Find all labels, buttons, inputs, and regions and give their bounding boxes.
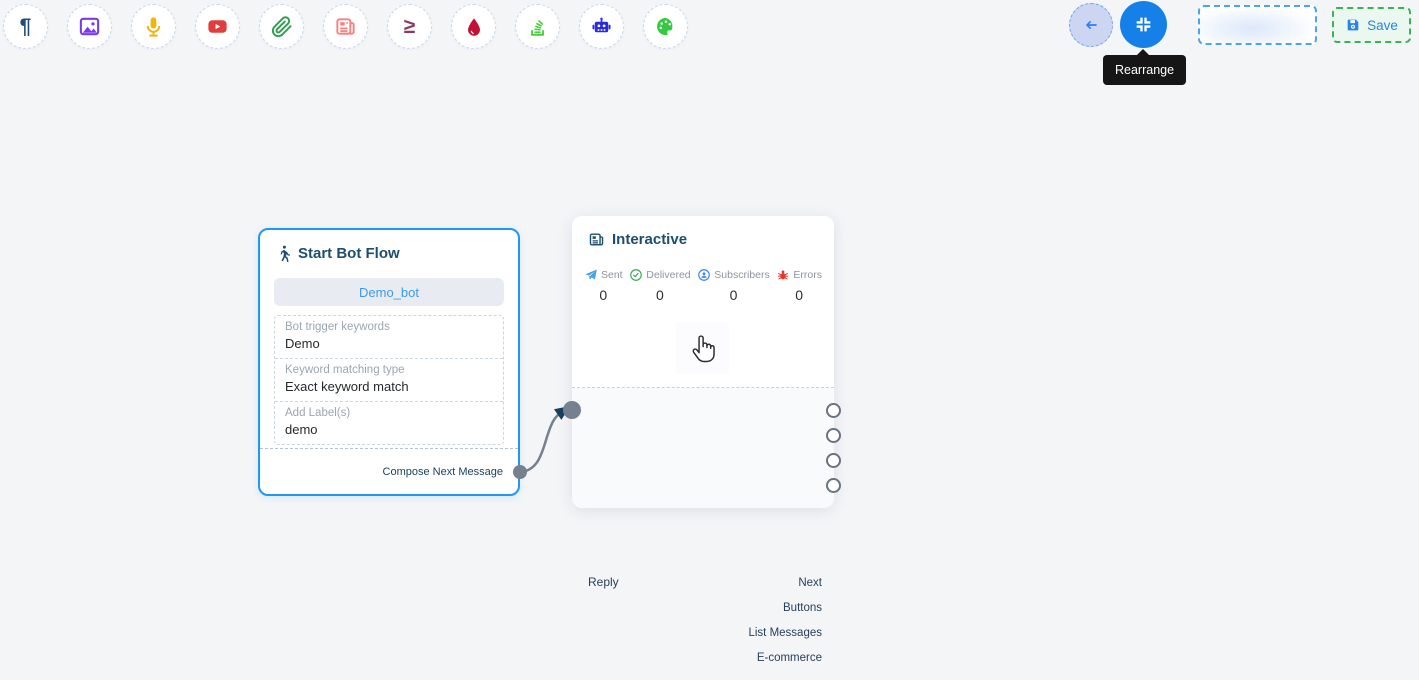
- bot-name-label: Demo_bot: [359, 285, 419, 300]
- redacted-content: [1200, 7, 1315, 43]
- stat-label: Sent: [601, 269, 623, 281]
- start-node-fields: Bot trigger keywords Demo Keyword matchi…: [274, 315, 504, 445]
- toolbar-item-bot[interactable]: [579, 4, 624, 49]
- stat-sent: Sent 0: [584, 268, 623, 303]
- toolbar-item-condition[interactable]: ≥: [387, 4, 432, 49]
- stat-label: Delivered: [646, 269, 690, 281]
- toolbar-item-stack[interactable]: [515, 4, 560, 49]
- field-value: Demo: [285, 336, 493, 351]
- pilcrow-icon: ¶: [20, 16, 32, 37]
- toolbar-item-droplet[interactable]: [451, 4, 496, 49]
- field-trigger-keywords[interactable]: Bot trigger keywords Demo: [275, 316, 503, 358]
- newspaper-icon: [334, 15, 357, 38]
- handle-output-next[interactable]: [826, 403, 841, 418]
- arrow-left-icon: [1081, 15, 1101, 35]
- interactive-io-section: Reply Next Buttons List Messages E-comme…: [572, 388, 834, 508]
- output-label-list-messages: List Messages: [748, 627, 822, 639]
- interactive-node-title: Interactive: [612, 231, 687, 248]
- compress-arrows-icon: [1133, 14, 1154, 35]
- component-toolbar: ¶: [3, 4, 688, 49]
- field-labels[interactable]: Add Label(s) demo: [275, 401, 503, 444]
- greater-equal-icon: ≥: [404, 16, 416, 37]
- palette-icon: [654, 15, 677, 38]
- field-label: Bot trigger keywords: [285, 321, 493, 333]
- compose-next-message-label: Compose Next Message: [383, 466, 503, 478]
- stat-value: 0: [656, 287, 664, 303]
- toolbar-item-template[interactable]: [643, 4, 688, 49]
- field-label: Keyword matching type: [285, 364, 493, 376]
- handle-reply-input[interactable]: [563, 401, 581, 419]
- toolbar-item-audio[interactable]: [131, 4, 176, 49]
- interactive-stats: Sent 0 Delivered 0: [572, 256, 834, 303]
- stack-icon: [527, 16, 549, 38]
- interactive-node-header: Interactive: [572, 216, 834, 256]
- hand-pointer-icon: [685, 330, 721, 366]
- field-matching-type[interactable]: Keyword matching type Exact keyword matc…: [275, 358, 503, 401]
- stat-value: 0: [730, 287, 738, 303]
- newspaper-icon: [588, 231, 605, 248]
- rearrange-button[interactable]: [1120, 1, 1167, 48]
- handle-compose-next-message[interactable]: [513, 465, 527, 479]
- redacted-input[interactable]: [1198, 5, 1317, 45]
- reply-input-label: Reply: [588, 575, 619, 589]
- handle-output-ecommerce[interactable]: [826, 478, 841, 493]
- image-icon: [78, 15, 101, 38]
- start-node-title: Start Bot Flow: [298, 245, 400, 262]
- field-label: Add Label(s): [285, 407, 493, 419]
- save-button-label: Save: [1367, 18, 1398, 33]
- toolbar-item-interactive[interactable]: [323, 4, 368, 49]
- stat-delivered: Delivered 0: [629, 268, 690, 303]
- robot-icon: [590, 15, 613, 38]
- save-icon: [1345, 17, 1361, 33]
- stat-label: Subscribers: [714, 269, 769, 281]
- toolbar-item-text[interactable]: ¶: [3, 4, 48, 49]
- rearrange-tooltip: Rearrange: [1103, 55, 1186, 85]
- toolbar-item-video[interactable]: [195, 4, 240, 49]
- stat-value: 0: [795, 287, 803, 303]
- check-circle-icon: [629, 268, 643, 282]
- paper-plane-icon: [584, 268, 598, 282]
- video-icon: [206, 15, 229, 38]
- stat-errors: Errors 0: [776, 268, 822, 303]
- user-circle-icon: [697, 268, 711, 282]
- handle-output-list-messages[interactable]: [826, 453, 841, 468]
- microphone-icon: [142, 15, 165, 38]
- rearrange-tooltip-label: Rearrange: [1115, 63, 1174, 77]
- stat-value: 0: [599, 287, 607, 303]
- back-button[interactable]: [1069, 3, 1113, 47]
- toolbar-item-image[interactable]: [67, 4, 112, 49]
- save-button[interactable]: Save: [1332, 7, 1411, 43]
- start-node-header: Start Bot Flow: [260, 230, 518, 270]
- output-label-next: Next: [798, 577, 822, 589]
- paperclip-icon: [271, 16, 293, 38]
- bug-icon: [776, 268, 790, 282]
- cursor-highlight: [676, 322, 729, 374]
- output-label-buttons: Buttons: [783, 602, 822, 614]
- toolbar-item-file[interactable]: [259, 4, 304, 49]
- handle-output-buttons[interactable]: [826, 428, 841, 443]
- start-node-footer: Compose Next Message: [260, 448, 518, 494]
- node-start-bot-flow[interactable]: Start Bot Flow Demo_bot Bot trigger keyw…: [258, 228, 520, 496]
- field-value: Exact keyword match: [285, 379, 493, 394]
- bot-name-pill[interactable]: Demo_bot: [274, 278, 504, 306]
- droplet-icon: [463, 16, 485, 38]
- walking-person-icon: [276, 245, 291, 262]
- field-value: demo: [285, 422, 493, 437]
- flow-canvas[interactable]: ¶: [0, 0, 1419, 680]
- stat-subscribers: Subscribers 0: [697, 268, 769, 303]
- stat-label: Errors: [793, 269, 822, 281]
- output-label-ecommerce: E-commerce: [757, 652, 822, 664]
